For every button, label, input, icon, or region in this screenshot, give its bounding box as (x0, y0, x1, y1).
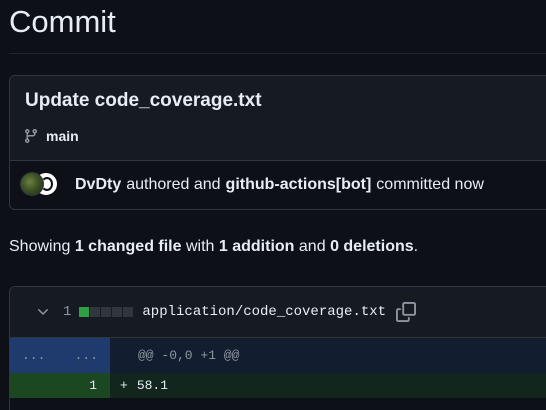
authored-text: authored and (126, 176, 221, 193)
chevron-down-icon[interactable] (10, 304, 63, 320)
line-text: 58.1 (136, 378, 169, 393)
copy-icon[interactable] (396, 302, 417, 322)
title-divider (9, 53, 546, 54)
file-name-link[interactable]: application/code_coverage.txt (142, 304, 386, 320)
diffstat-square (79, 307, 90, 317)
commit-message: Update code_coverage.txt (25, 90, 262, 111)
diff-line-addition: 1 + 58.1 (10, 373, 546, 398)
author-avatar[interactable] (20, 172, 44, 196)
hunk-expand-gutter[interactable]: ... ... (10, 338, 110, 373)
commit-box: Update code_coverage.txt main DvDty auth… (9, 75, 546, 210)
diffstat-square (101, 307, 112, 317)
line-sign: + (120, 378, 128, 393)
commit-page: Commit Update code_coverage.txt main DvD… (0, 0, 546, 410)
hunk-left-marker: ... (22, 348, 46, 363)
summary-prefix: Showing (9, 238, 71, 255)
commit-header: Update code_coverage.txt main (10, 76, 546, 161)
summary-suffix: . (413, 238, 419, 255)
line-number[interactable]: 1 (10, 373, 110, 398)
diff-summary: Showing 1 changed file with 1 addition a… (9, 238, 418, 256)
committed-text: committed now (376, 176, 484, 193)
additions-count: 1 addition (218, 238, 295, 255)
file-header: 1 application/code_coverage.txt (10, 287, 546, 338)
diffstat-bar (79, 307, 134, 317)
hunk-header: @@ -0,0 +1 @@ (110, 338, 546, 373)
avatar-stack (20, 172, 64, 198)
diffstat-square (90, 307, 101, 317)
author-link[interactable]: DvDty (75, 176, 121, 194)
line-content: + 58.1 (110, 373, 546, 398)
commit-attribution: DvDty authored and github-actions[bot] c… (20, 172, 489, 198)
summary-and: and (298, 238, 326, 255)
committer-link[interactable]: github-actions[bot] (226, 176, 372, 194)
diffstat-square (123, 307, 134, 317)
git-branch-icon (23, 128, 39, 144)
file-diff: 1 application/code_coverage.txt ... ... (9, 286, 546, 410)
branch-name: main (46, 128, 79, 144)
changed-files-count: 1 changed file (74, 238, 182, 255)
deletions-count: 0 deletions (330, 238, 414, 255)
hunk-header-row: ... ... @@ -0,0 +1 @@ (10, 338, 546, 373)
file-change-count: 1 (63, 304, 72, 320)
hunk-right-marker: ... (74, 348, 98, 363)
page-title: Commit (9, 4, 116, 39)
branch-indicator[interactable]: main (23, 128, 79, 144)
diffstat-square (112, 307, 123, 317)
summary-with: with (185, 238, 215, 255)
